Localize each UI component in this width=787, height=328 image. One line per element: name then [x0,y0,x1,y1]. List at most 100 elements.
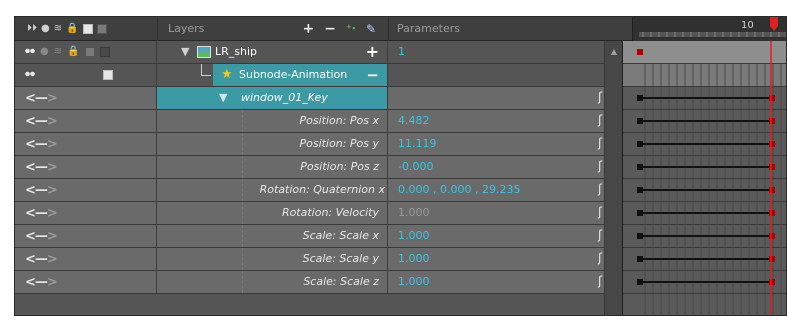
add-subnode-button[interactable]: + [366,41,379,63]
layers-stack-icon[interactable]: ≋ [54,46,62,58]
parameter-row-pos-x[interactable]: <—> Position: Pos x 4.482 ʃ [15,110,622,133]
remove-layer-button[interactable]: − [324,17,336,41]
layer-row-window-01-key[interactable]: <—> ▼ window_01_Key ʃ [15,87,622,110]
layer-name-cell[interactable]: Position: Pos z [157,156,388,178]
row-controls: <—> [15,202,157,224]
parameter-row-velocity[interactable]: <—> Rotation: Velocity 1.000 ʃ [15,202,622,225]
outline-icon[interactable] [99,47,110,57]
star-icon: ★ [221,67,233,82]
solo-icon[interactable]: ● [40,46,49,58]
parameter-label: Position: Pos x [299,114,379,127]
parameter-row-scale-z[interactable]: <—> Scale: Scale z 1.000 ʃ [15,271,622,294]
parameter-value[interactable]: -0.000 [398,160,433,173]
enable-icon[interactable]: ⏺⏺ [25,46,35,58]
outline-icon[interactable] [96,24,107,34]
add-peg-button[interactable]: ⁺⋅ [346,17,356,41]
layer-name-cell[interactable]: ★ Subnode-Animation − [157,64,388,86]
parameters-column-header: Parameters [388,17,622,41]
parameter-label: Rotation: Velocity [281,206,379,219]
tree-connector-icon [201,64,211,76]
color-swatch-icon[interactable] [103,70,113,80]
frame-ruler-graphic [639,32,786,37]
navigate-arrows-icon[interactable]: <—> [25,114,58,129]
layers-column-header: Layers + − ⁺⋅ ✎ [157,17,388,41]
layer-name-cell[interactable]: Position: Pos y [157,133,388,155]
expand-triangle-icon[interactable]: ▼ [181,41,189,63]
tree-guide [242,110,243,132]
layer-name-cell[interactable]: Rotation: Quaternion x [157,179,388,201]
layer-name-cell[interactable]: Rotation: Velocity [157,202,388,224]
layer-name-cell[interactable]: Scale: Scale y [157,248,388,270]
parameter-cell[interactable]: 1.000 ʃ [388,225,622,247]
row-controls: <—> [15,110,157,132]
parameter-value[interactable]: 1.000 [398,206,430,219]
lock-icon[interactable]: 🔒 [66,23,78,35]
layer-list-scrollbar[interactable]: ▲ [604,41,623,315]
navigate-arrows-icon[interactable]: <—> [25,206,58,221]
parameter-row-scale-x[interactable]: <—> Scale: Scale x 1.000 ʃ [15,225,622,248]
parameter-cell[interactable]: 1.000 ʃ [388,248,622,270]
color-swatch-icon[interactable] [84,47,95,57]
parameter-row-scale-y[interactable]: <—> Scale: Scale y 1.000 ʃ [15,248,622,271]
layer-name-cell[interactable]: Scale: Scale x [157,225,388,247]
layer-name-cell[interactable]: Scale: Scale z [157,271,388,293]
layer-name-cell[interactable]: Position: Pos x [157,110,388,132]
tree-guide [242,156,243,178]
parameter-value[interactable]: 4.482 [398,114,430,127]
parameter-cell[interactable]: 1 [388,41,622,63]
header-bar: ⏵⏵ ● ≋ 🔒 Layers + − ⁺⋅ ✎ Parameters 10 [15,17,786,41]
frame-ruler[interactable]: 10 [632,17,786,41]
layer-toggles-header: ⏵⏵ ● ≋ 🔒 [15,17,157,41]
parameter-value[interactable]: 11.119 [398,137,437,150]
layer-row-subnode-animation[interactable]: ⏺⏺ ★ Subnode-Animation − [15,64,622,87]
timeline-view: ⏵⏵ ● ≋ 🔒 Layers + − ⁺⋅ ✎ Parameters 10 ⏺… [14,16,787,316]
parameter-row-quaternion[interactable]: <—> Rotation: Quaternion x 0.000 , 0.000… [15,179,622,202]
parameter-value[interactable]: 1.000 [398,275,430,288]
timeline-grid [623,41,786,315]
navigate-arrows-icon[interactable]: <—> [25,252,58,267]
parameter-cell[interactable]: -0.000 ʃ [388,156,622,178]
solo-icon[interactable]: ● [41,23,50,35]
parameter-cell[interactable]: ʃ [388,87,622,109]
parameter-label: Position: Pos y [299,137,379,150]
navigate-arrows-icon[interactable]: <—> [25,229,58,244]
parameter-value[interactable]: 1.000 [398,252,430,265]
navigate-arrows-icon[interactable]: <—> [25,183,58,198]
timeline-cells[interactable] [622,41,786,315]
parameter-value[interactable]: 1.000 [398,229,430,242]
row-controls: <—> [15,271,157,293]
layer-row-lr-ship[interactable]: ⏺⏺ ● ≋ 🔒 ▼ LR_ship + 1 [15,41,622,64]
parameter-row-pos-z[interactable]: <—> Position: Pos z -0.000 ʃ [15,156,622,179]
parameter-cell[interactable]: 1.000 ʃ [388,202,622,224]
color-swatch-icon[interactable] [82,24,93,34]
layers-stack-icon[interactable]: ≋ [54,23,62,35]
tree-guide [242,225,243,247]
scroll-up-icon[interactable]: ▲ [605,47,623,56]
expand-triangle-icon[interactable]: ▼ [219,87,227,109]
layers-header-label: Layers [168,22,205,35]
add-layer-button[interactable]: + [302,17,314,41]
layer-name-cell[interactable]: ▼ window_01_Key [157,87,388,109]
navigate-arrows-icon[interactable]: <—> [25,137,58,152]
playhead-handle-icon[interactable] [769,17,779,33]
parameter-cell[interactable]: 1.000 ʃ [388,271,622,293]
navigate-arrows-icon[interactable]: <—> [25,275,58,290]
parameter-value[interactable]: 0.000 , 0.000 , 29.235 [398,183,520,196]
effect-icon[interactable]: ✎ [366,17,376,41]
parameter-cell[interactable]: 11.119 ʃ [388,133,622,155]
parameter-cell[interactable] [388,64,622,86]
enable-all-icon[interactable]: ⏵⏵ [27,23,37,35]
navigate-arrows-icon[interactable]: <—> [25,91,58,106]
parameter-label: Scale: Scale x [302,229,379,242]
parameter-cell[interactable]: 0.000 , 0.000 , 29.235 ʃ [388,179,622,201]
parameter-row-pos-y[interactable]: <—> Position: Pos y 11.119 ʃ [15,133,622,156]
remove-subnode-button[interactable]: − [366,64,379,86]
tree-guide [242,133,243,155]
navigate-arrows-icon[interactable]: <—> [25,160,58,175]
enable-icon[interactable]: ⏺⏺ [25,69,35,81]
layer-name-cell[interactable]: ▼ LR_ship + [157,41,388,63]
lock-icon[interactable]: 🔒 [67,46,79,58]
keyframe-start-marker [637,49,643,55]
parameter-value[interactable]: 1 [398,45,405,58]
parameter-cell[interactable]: 4.482 ʃ [388,110,622,132]
